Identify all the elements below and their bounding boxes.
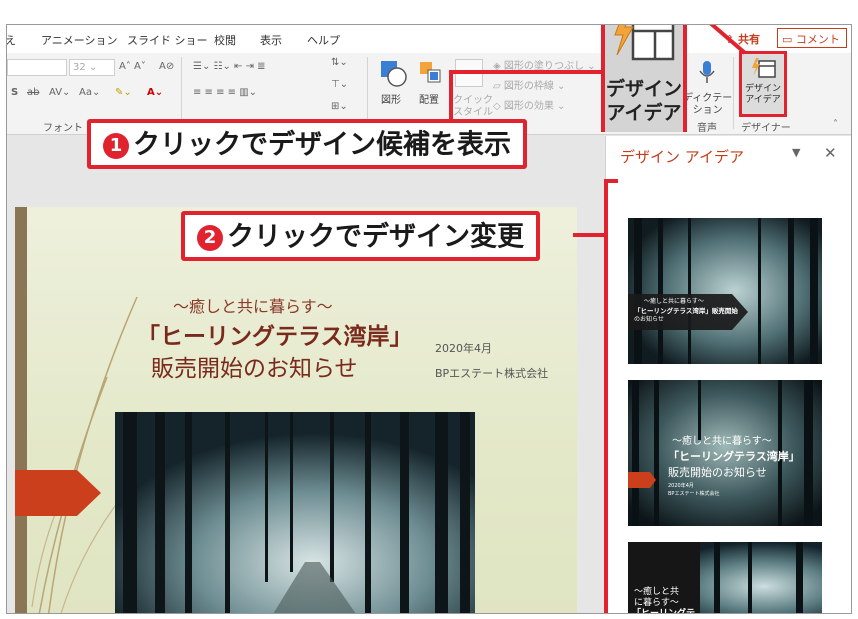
forest-photo (115, 412, 475, 613)
slide-company: BPエステート株式会社 (435, 367, 549, 380)
arrange-label: 配置 (419, 95, 439, 106)
tab-slideshow[interactable]: スライド ショー (127, 32, 208, 48)
connector-line (573, 233, 605, 237)
shapes-icon[interactable] (379, 59, 407, 87)
thumb3-title1: 「ヒーリングテ (632, 609, 696, 614)
comment-icon: ▭ (782, 33, 796, 46)
text-direction-icon[interactable]: ⇅⌄ (331, 57, 348, 68)
shapes-label: 図形 (381, 95, 401, 106)
slide-canvas[interactable]: 〜癒しと共に暮らす〜 「ヒーリングテラス湾岸」 販売開始のお知らせ 2020年4… (15, 207, 577, 613)
font-grow-icon[interactable]: A˄ A˅ (119, 61, 146, 72)
connector-line (449, 70, 453, 122)
thumb2-company: BPエステート株式会社 (668, 491, 720, 497)
microphone-icon[interactable] (697, 59, 717, 85)
step-number: 2 (197, 224, 223, 251)
case-icon[interactable]: Aa⌄ (79, 87, 100, 98)
quick-style-label: クイック スタイル (453, 95, 493, 118)
text-align-icon[interactable]: ⊤⌄ (331, 79, 348, 90)
thumb2-subtitle: 〜癒しと共に暮らす〜 (672, 436, 772, 447)
voice-group-label: 音声 (697, 123, 717, 134)
slide-title-line1: 「ヒーリングテラス湾岸」 (137, 323, 413, 350)
shape-effects-button[interactable]: ◇ 図形の効果 ⌄ (493, 97, 565, 112)
designer-group-label: デザイナー (741, 123, 791, 134)
design-ideas-icon (611, 25, 677, 71)
font-size-box[interactable]: 32 ⌄ (69, 59, 115, 76)
divider (733, 57, 734, 129)
font-name-box[interactable] (7, 59, 67, 76)
pane-title: デザイン アイデア (620, 148, 745, 166)
tab-help[interactable]: ヘルプ (307, 32, 340, 48)
comment-button[interactable]: ▭ コメント (777, 28, 847, 48)
design-thumb-3[interactable]: 〜癒しと共 に暮らす〜 「ヒーリングテ (628, 542, 822, 614)
design-thumb-1[interactable]: 〜癒しと共に暮らす〜 「ヒーリングテラス湾岸」販売開始 のお知らせ (628, 218, 822, 364)
thumbs-highlight (604, 179, 618, 613)
thumb2-date: 2020年4月 (668, 483, 694, 489)
smartart-icon[interactable]: ⊞⌄ (331, 101, 348, 112)
design-ideas-pane: デザイン アイデア ▼ ✕ 〜癒しと共に暮らす〜 「ヒーリングテラス湾岸」販売開… (604, 136, 851, 614)
connector-line (449, 70, 601, 74)
align-icons[interactable]: ≡ ≡ ≡ ≡ ▥⌄ (193, 87, 257, 98)
close-icon[interactable]: ✕ (824, 144, 837, 162)
tab-design[interactable]: え (7, 32, 16, 48)
font-color-icon[interactable]: A⌄ (147, 87, 163, 98)
step-number: 1 (103, 132, 129, 159)
powerpoint-window: え アニメーション スライド ショー 校閲 表示 ヘルプ ⇪ 共有 ▭ コメント… (6, 24, 852, 614)
connector-diagonal (709, 25, 747, 55)
strike-icon[interactable]: ab (27, 87, 39, 98)
slide-title-line2: 販売開始のお知らせ (151, 356, 358, 382)
arrange-icon[interactable] (417, 59, 445, 87)
font-group-label: フォント (43, 123, 83, 134)
slide-side-bar (15, 207, 27, 613)
callout-step-2: 2 クリックでデザイン変更 (181, 211, 540, 261)
tab-view[interactable]: 表示 (260, 32, 282, 48)
slide-date: 2020年4月 (435, 342, 492, 355)
shadow-icon[interactable]: S (11, 87, 18, 98)
design-ideas-small-label: デザイン アイデア (744, 84, 781, 105)
design-ideas-big-label: デザイン アイデア (605, 78, 682, 124)
shape-outline-button[interactable]: ▱ 図形の枠線 ⌄ (493, 77, 565, 92)
collapse-ribbon-icon[interactable]: ˄ (833, 119, 838, 130)
tab-review[interactable]: 校閲 (214, 32, 236, 48)
dictate-label: ディクテー ション (683, 93, 733, 116)
bullets-icon[interactable]: ☰⌄ ☷⌄ ⇤ ⇥ ≣ (193, 61, 266, 72)
thumb2-title: 「ヒーリングテラス湾岸」 (668, 450, 800, 463)
thumb2-line: 販売開始のお知らせ (668, 466, 767, 479)
thumb1-subtitle: 〜癒しと共に暮らす〜 (644, 298, 704, 305)
design-ideas-big-button[interactable]: デザイン アイデア (601, 25, 687, 132)
design-ideas-small-icon (751, 57, 777, 83)
pane-options-icon[interactable]: ▼ (792, 146, 800, 159)
highlight-icon[interactable]: ✎⌄ (115, 87, 132, 98)
tab-animations[interactable]: アニメーション (41, 32, 118, 48)
slide-subtitle: 〜癒しと共に暮らす〜 (173, 297, 333, 316)
thumb1-line: のお知らせ (634, 316, 664, 323)
callout-step-1: 1 クリックでデザイン候補を表示 (87, 119, 527, 169)
spacing-icon[interactable]: AV⌄ (49, 87, 70, 98)
design-thumb-2[interactable]: 〜癒しと共に暮らす〜 「ヒーリングテラス湾岸」 販売開始のお知らせ 2020年4… (628, 380, 822, 526)
clear-format-icon[interactable]: A⊘ (159, 61, 174, 72)
slide-editor: 〜癒しと共に暮らす〜 「ヒーリングテラス湾岸」 販売開始のお知らせ 2020年4… (7, 136, 605, 613)
